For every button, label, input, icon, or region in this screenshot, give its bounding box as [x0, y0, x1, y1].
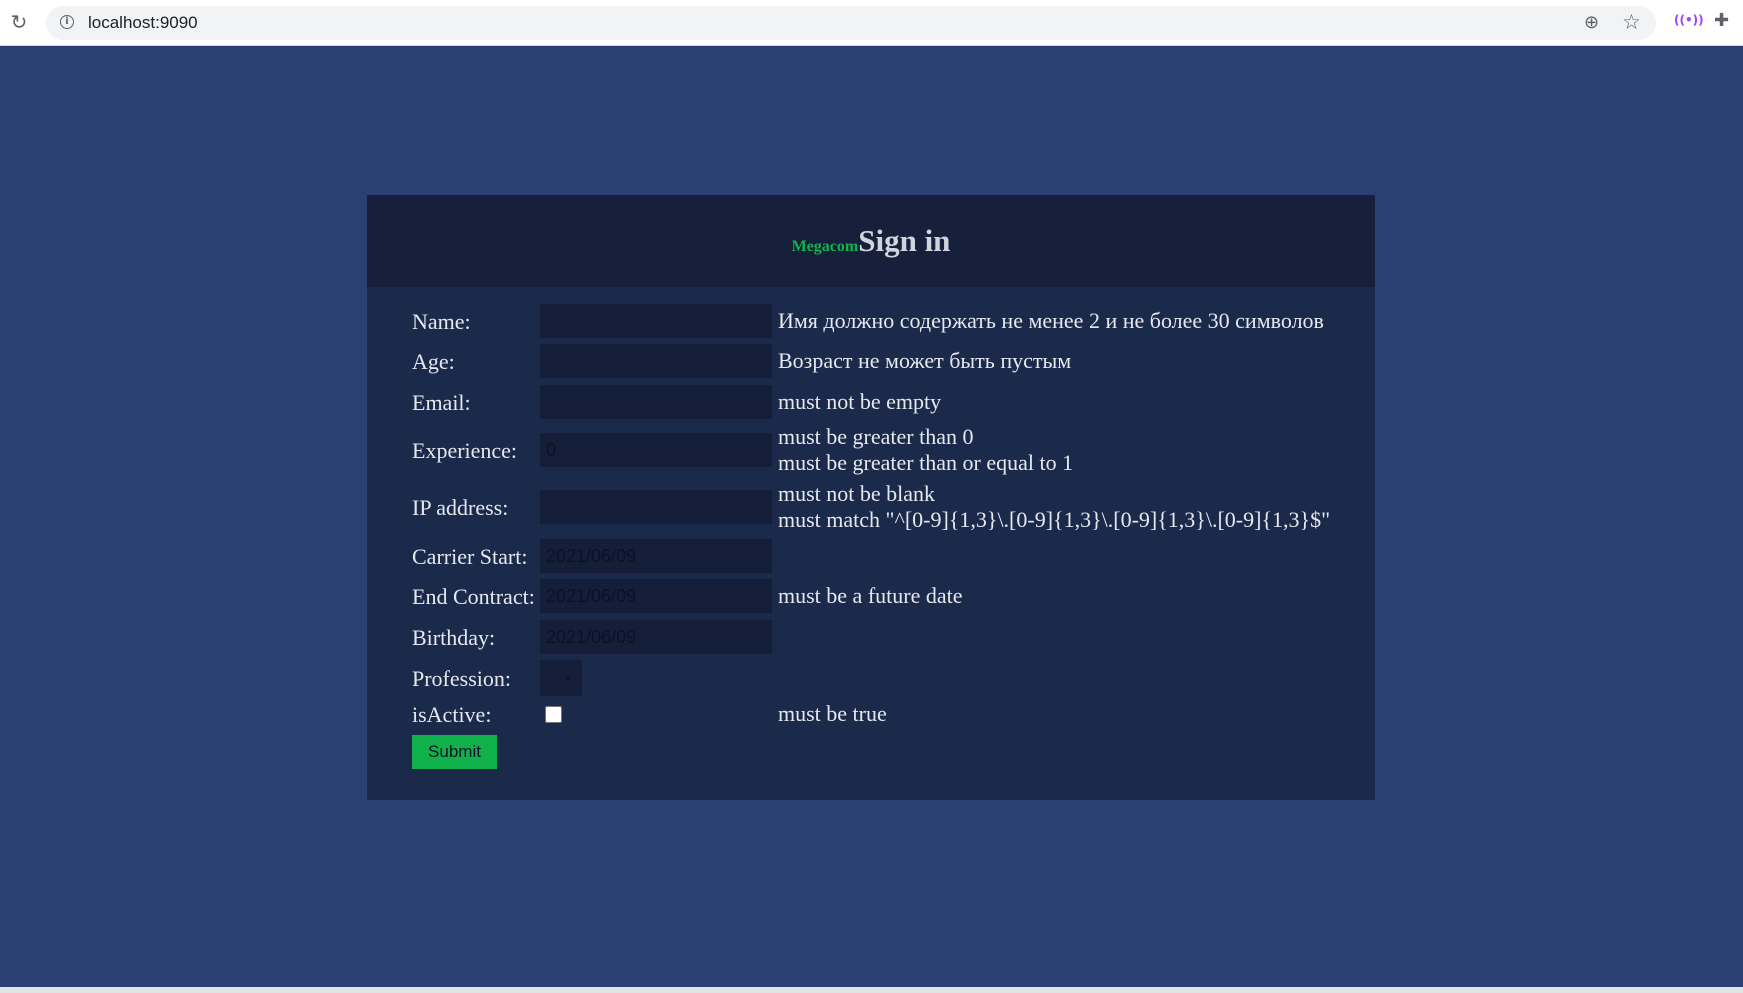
submit-button[interactable]: Submit — [412, 735, 497, 769]
email-label: Email: — [412, 390, 471, 415]
age-label: Age: — [412, 349, 455, 374]
url-text[interactable]: localhost:9090 — [88, 13, 198, 33]
carrier-start-label: Carrier Start: — [412, 544, 528, 569]
name-input[interactable] — [540, 304, 772, 338]
ip-error-blank: must not be blank — [778, 481, 936, 506]
is-active-checkbox[interactable] — [545, 706, 562, 723]
card-header: MegacomSign in — [367, 195, 1375, 287]
experience-error-min: must be greater than 0 — [778, 424, 974, 449]
info-icon[interactable]: i — [60, 15, 74, 29]
is-active-error: must be true — [778, 701, 887, 726]
zoom-icon[interactable]: ⊕ — [1584, 12, 1599, 33]
profession-select[interactable]: ⌄ — [540, 660, 582, 696]
browser-toolbar: ↻ i localhost:9090 ⊕ ☆ ((•)) ✚ — [0, 0, 1743, 46]
bottom-strip — [0, 987, 1743, 993]
ip-input[interactable] — [540, 490, 772, 524]
cast-icon[interactable]: ((•)) — [1674, 13, 1704, 27]
is-active-label: isActive: — [412, 702, 492, 727]
birthday-label: Birthday: — [412, 625, 496, 650]
end-contract-error: must be a future date — [778, 583, 963, 608]
address-bar[interactable]: i localhost:9090 ⊕ ☆ — [46, 6, 1656, 40]
carrier-start-input[interactable] — [540, 539, 772, 573]
experience-label: Experience: — [412, 438, 518, 463]
name-label: Name: — [412, 309, 471, 334]
email-input[interactable] — [540, 385, 772, 419]
signin-card: MegacomSign in Name: Имя должно содержат… — [367, 195, 1375, 800]
brand-logo-text: Megacom — [791, 238, 859, 255]
ip-error-pattern: must match "^[0-9]{1,3}\.[0-9]{1,3}\.[0-… — [778, 507, 1331, 532]
reload-icon[interactable]: ↻ — [8, 11, 30, 33]
puzzle-icon[interactable]: ✚ — [1714, 10, 1729, 31]
page-title: Sign in — [858, 223, 951, 258]
experience-error-min-equal: must be greater than or equal to 1 — [778, 450, 1074, 475]
end-contract-input[interactable] — [540, 579, 772, 613]
email-error: must not be empty — [778, 389, 942, 414]
star-icon[interactable]: ☆ — [1622, 10, 1641, 34]
name-error: Имя должно содержать не менее 2 и не бол… — [778, 308, 1324, 333]
ip-label: IP address: — [412, 495, 509, 520]
age-input[interactable] — [540, 344, 772, 378]
age-error: Возраст не может быть пустым — [778, 348, 1072, 373]
profession-label: Profession: — [412, 666, 511, 691]
end-contract-label: End Contract: — [412, 584, 535, 609]
experience-input[interactable] — [540, 433, 772, 467]
birthday-input[interactable] — [540, 620, 772, 654]
chevron-down-icon: ⌄ — [562, 668, 574, 684]
